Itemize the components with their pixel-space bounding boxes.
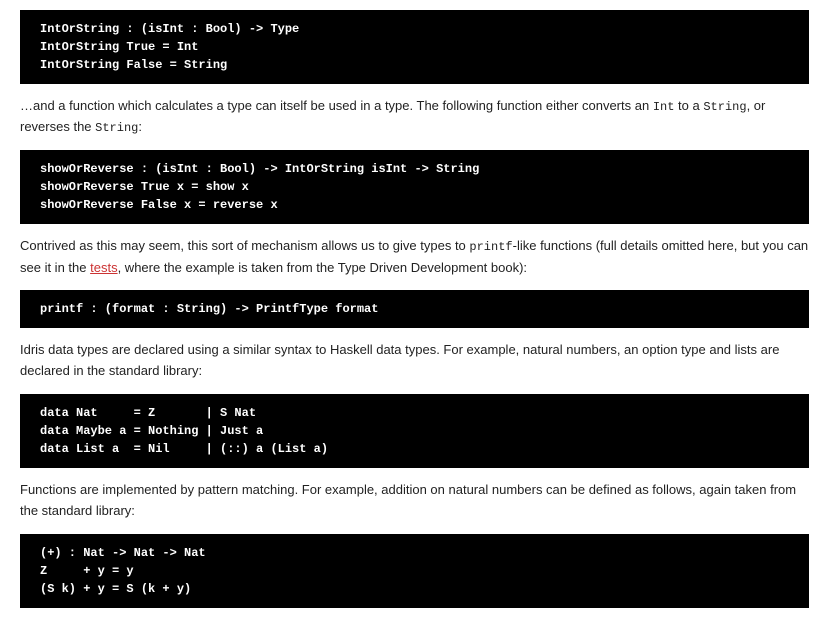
prose-text: …and a function which calculates a type … — [20, 98, 653, 113]
code-block-plus: (+) : Nat -> Nat -> Nat Z + y = y (S k) … — [20, 534, 809, 608]
inline-code-printf: printf — [469, 240, 512, 254]
code-block-datatypes: data Nat = Z | S Nat data Maybe a = Noth… — [20, 394, 809, 468]
inline-code-string2: String — [95, 121, 138, 135]
code-block-printf: printf : (format : String) -> PrintfType… — [20, 290, 809, 328]
paragraph-datatypes: Idris data types are declared using a si… — [20, 340, 809, 382]
code-block-showorreverse: showOrReverse : (isInt : Bool) -> IntOrS… — [20, 150, 809, 224]
prose-text: to a — [674, 98, 703, 113]
paragraph-printf: Contrived as this may seem, this sort of… — [20, 236, 809, 278]
inline-code-int: Int — [653, 100, 675, 114]
paragraph-pattern-matching: Functions are implemented by pattern mat… — [20, 480, 809, 522]
prose-text: , where the example is taken from the Ty… — [118, 260, 527, 275]
inline-code-string: String — [703, 100, 746, 114]
paragraph-function-type: …and a function which calculates a type … — [20, 96, 809, 138]
tests-link[interactable]: tests — [90, 260, 117, 275]
code-block-intorstring: IntOrString : (isInt : Bool) -> Type Int… — [20, 10, 809, 84]
prose-text: Contrived as this may seem, this sort of… — [20, 238, 469, 253]
prose-text: : — [138, 119, 142, 134]
